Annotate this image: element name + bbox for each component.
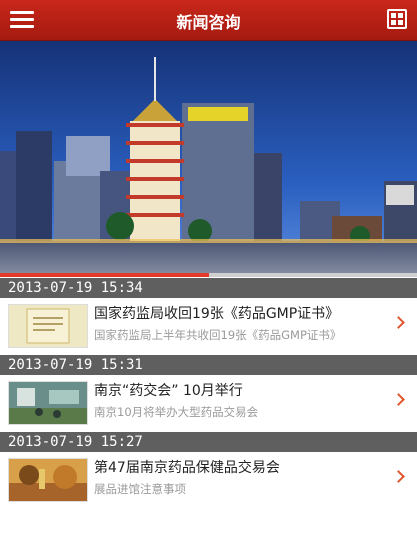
chevron-right-icon: [392, 470, 405, 483]
news-date-3: 2013-07-19 15:27: [0, 432, 417, 452]
app-header: 新闻咨询: [0, 0, 417, 41]
banner-progress-fill: [0, 273, 209, 277]
news-date-1: 2013-07-19 15:34: [0, 278, 417, 298]
chevron-right-icon: [392, 393, 405, 406]
banner-progress-bar: [0, 273, 417, 277]
banner-carousel[interactable]: [0, 41, 417, 277]
news-item-2[interactable]: 南京“药交会” 10月举行 南京10月将举办大型药品交易会: [0, 375, 417, 431]
chevron-right-icon: [392, 316, 405, 329]
news-date-2: 2013-07-19 15:31: [0, 355, 417, 375]
page-title: 新闻咨询: [176, 13, 241, 32]
news-title-1: 国家药监局收回19张《药品GMP证书》: [94, 306, 340, 322]
news-summary-1: 国家药监局上半年共收回19张《药品GMP证书》: [94, 328, 342, 342]
news-thumbnail-2: [8, 381, 88, 425]
grid-apps-icon[interactable]: [387, 9, 407, 29]
news-item-3[interactable]: 第47届南京药品保健品交易会 展品进馆注意事项: [0, 452, 417, 508]
news-title-3: 第47届南京药品保健品交易会: [94, 460, 280, 476]
news-summary-2: 南京10月将举办大型药品交易会: [94, 405, 259, 419]
news-item-1[interactable]: 国家药监局收回19张《药品GMP证书》 国家药监局上半年共收回19张《药品GMP…: [0, 298, 417, 354]
news-summary-3: 展品进馆注意事项: [94, 482, 186, 496]
banner-image: [0, 41, 417, 277]
news-title-2: 南京“药交会” 10月举行: [94, 383, 243, 399]
news-thumbnail-3: [8, 458, 88, 502]
news-thumbnail-1: [8, 304, 88, 348]
